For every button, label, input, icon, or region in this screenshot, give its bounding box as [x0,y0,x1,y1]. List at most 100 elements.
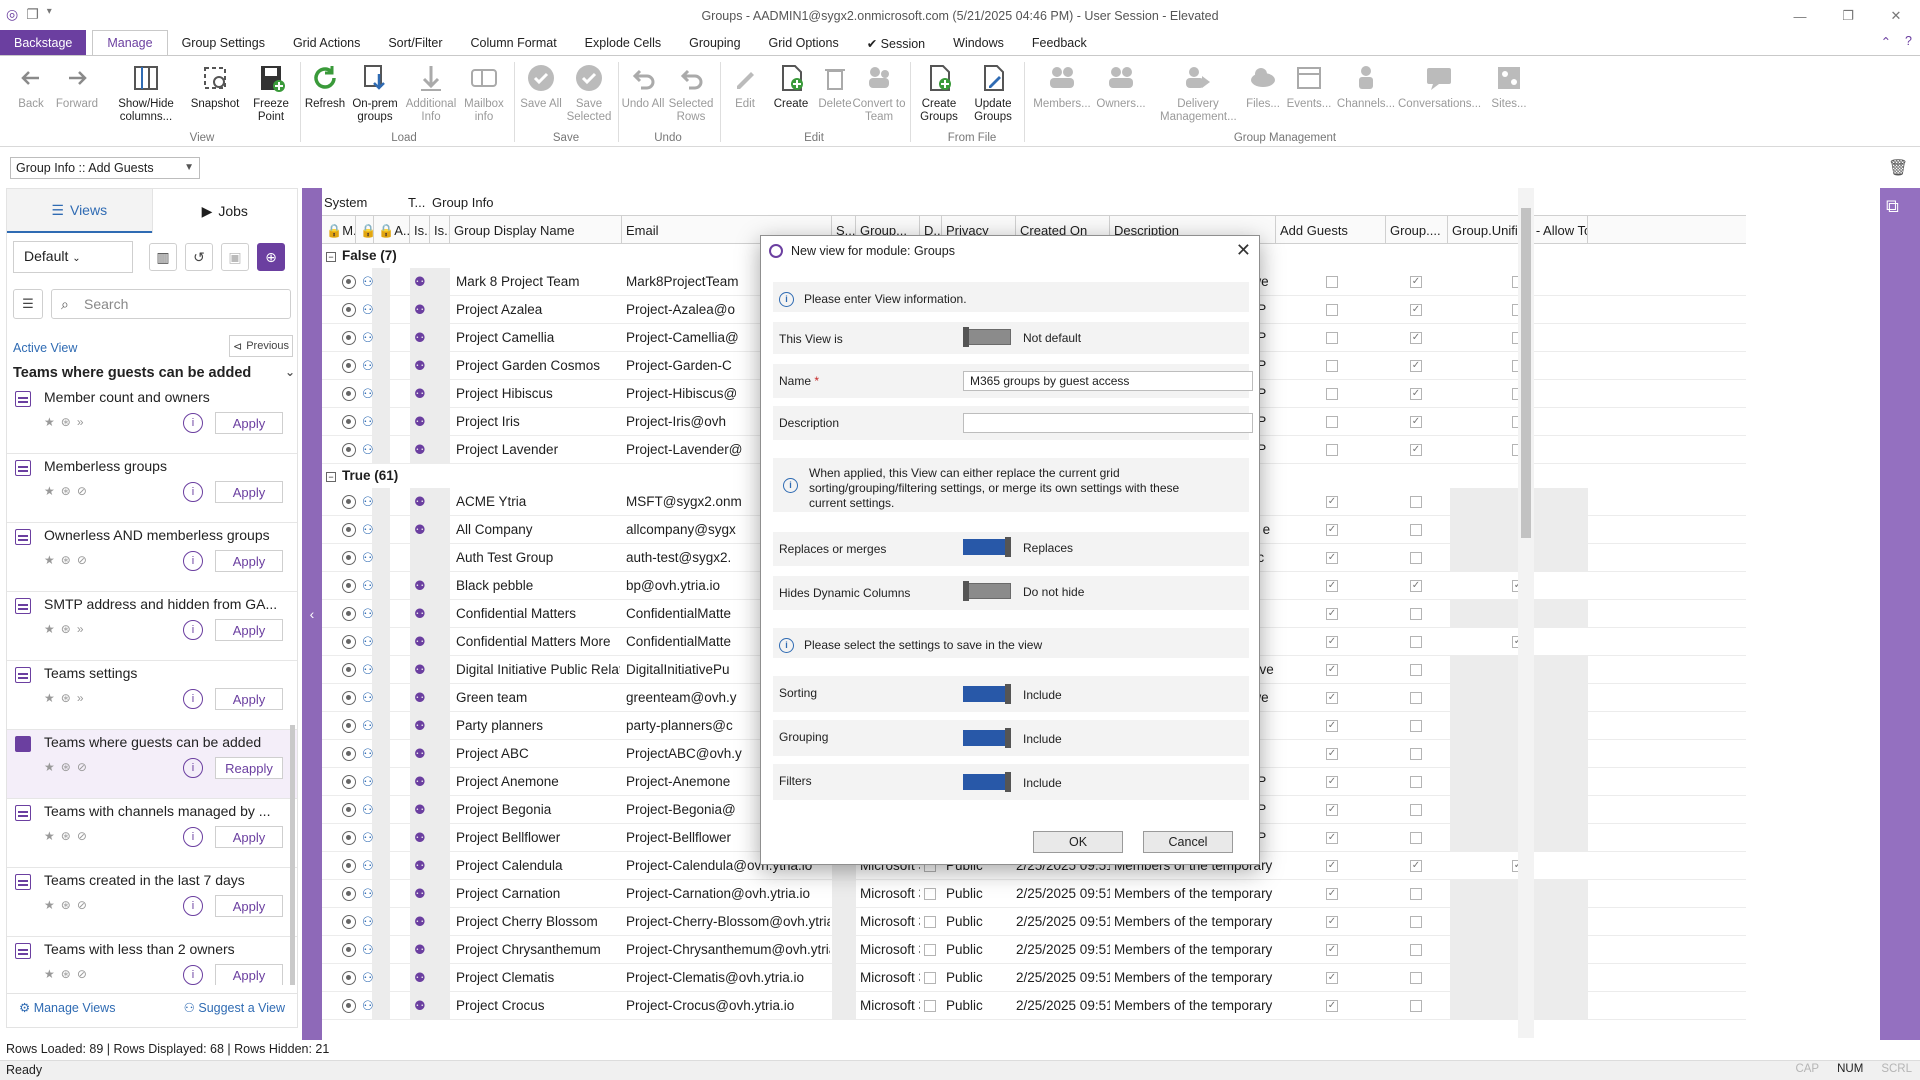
radio-icon[interactable] [342,887,356,901]
create-groups-button[interactable]: Create Groups [908,62,970,124]
list-item[interactable]: Ownerless AND memberless groups ★ ⊛ ⊘ i Apply [7,523,297,592]
group-checkbox[interactable] [1410,664,1422,676]
checkbox[interactable] [924,888,936,900]
add-guests-checkbox[interactable] [1326,360,1338,372]
group-checkbox[interactable]: ✓ [1410,444,1422,456]
add-guests-checkbox[interactable]: ✓ [1326,524,1338,536]
add-guests-checkbox[interactable]: ✓ [1326,664,1338,676]
group-checkbox[interactable] [1410,804,1422,816]
snapshot-button[interactable]: Snapshot [186,62,244,111]
list-item[interactable]: Memberless groups ★ ⊛ ⊘ i Apply [7,454,297,523]
radio-icon[interactable] [342,859,356,873]
list-item[interactable]: Teams created in the last 7 days ★ ⊛ ⊘ i Appl… [7,868,297,937]
tab-jobs[interactable]: ▶ Jobs [151,189,298,233]
add-guests-checkbox[interactable]: ✓ [1326,720,1338,732]
sites-button[interactable]: Sites... [1480,62,1538,111]
radio-icon[interactable] [342,275,356,289]
group-checkbox[interactable] [1410,552,1422,564]
view-set-select[interactable]: Default ⌄ [13,241,133,273]
group-checkbox[interactable]: ✓ [1410,580,1422,592]
save-selected-button[interactable]: Save Selected [560,62,618,124]
radio-icon[interactable] [342,691,356,705]
channels-button[interactable]: Channels... [1334,62,1398,111]
radio-icon[interactable] [342,443,356,457]
add-guests-checkbox[interactable]: ✓ [1326,636,1338,648]
radio-icon[interactable] [342,663,356,677]
apply-button[interactable]: Apply [215,550,283,572]
additional-info-button[interactable]: Additional Info [402,62,460,124]
add-guests-checkbox[interactable]: ✓ [1326,888,1338,900]
list-item[interactable]: Teams with less than 2 owners ★ ⊛ ⊘ i Apply [7,937,297,985]
sorting-toggle[interactable] [963,684,1011,704]
group-checkbox[interactable] [1410,524,1422,536]
radio-icon[interactable] [342,607,356,621]
tab-grouping[interactable]: Grouping [675,30,754,56]
show-hide-columns-button[interactable]: Show/Hide columns... [112,62,180,124]
tab-backstage[interactable]: Backstage [0,30,87,56]
radio-icon[interactable] [342,915,356,929]
group-checkbox[interactable] [1410,916,1422,928]
apply-button[interactable]: Apply [215,826,283,848]
column-header[interactable]: 🔒 [356,216,374,244]
info-icon[interactable]: i [183,827,203,847]
star-icon[interactable]: ★ [44,415,55,429]
radio-icon[interactable] [342,523,356,537]
add-guests-checkbox[interactable] [1326,388,1338,400]
group-checkbox[interactable] [1410,608,1422,620]
checkbox[interactable] [924,972,936,984]
add-guests-checkbox[interactable]: ✓ [1326,832,1338,844]
on-prem-groups-button[interactable]: On-prem groups [344,62,406,124]
active-view-name[interactable]: Teams where guests can be added ⌄ [13,365,295,381]
column-header[interactable]: Group Display Name [450,216,622,244]
breadcrumb[interactable]: Group Info :: Add Guests ▼ [10,157,200,179]
cancel-button[interactable]: Cancel [1143,831,1233,853]
info-icon[interactable]: i [183,482,203,502]
filter-button[interactable]: ☰ [13,289,43,319]
list-item[interactable]: Member count and owners ★ ⊛ » i Apply [7,385,297,454]
collapse-group-icon[interactable]: − [326,252,336,262]
radio-icon[interactable] [342,775,356,789]
apply-button[interactable]: Apply [215,412,283,434]
star-icon[interactable]: ★ [44,691,55,705]
apply-button[interactable]: Apply [215,619,283,641]
radio-icon[interactable] [342,551,356,565]
radio-icon[interactable] [342,387,356,401]
columns-toggle-button[interactable]: ▥ [149,243,177,271]
radio-icon[interactable] [342,303,356,317]
apply-button[interactable]: Apply [215,688,283,710]
grouping-toggle[interactable] [963,728,1011,748]
add-guests-checkbox[interactable] [1326,416,1338,428]
group-checkbox[interactable]: ✓ [1410,416,1422,428]
owners-button[interactable]: Owners... [1090,62,1152,111]
freeze-point-button[interactable]: Freeze Point [242,62,300,124]
default-toggle[interactable] [963,327,1011,347]
checkbox[interactable] [924,944,936,956]
add-guests-checkbox[interactable]: ✓ [1326,580,1338,592]
column-header[interactable]: 🔒A... [374,216,410,244]
checkbox[interactable] [924,1000,936,1012]
band-group-info[interactable]: Group Info [432,195,493,210]
description-input[interactable] [963,413,1253,433]
group-checkbox[interactable]: ✓ [1410,860,1422,872]
star-icon[interactable]: ★ [44,484,55,498]
name-input[interactable]: M365 groups by guest access [963,371,1253,391]
suggest-view-link[interactable]: ⚇ Suggest a View [184,1000,285,1017]
column-header[interactable]: Is... [430,216,450,244]
group-checkbox[interactable]: ✓ [1410,332,1422,344]
group-checkbox[interactable] [1410,776,1422,788]
radio-icon[interactable] [342,359,356,373]
tab-windows[interactable]: Windows [939,30,1018,56]
radio-icon[interactable] [342,747,356,761]
previous-button[interactable]: ⊲ Previous [229,335,293,357]
tab-feedback[interactable]: Feedback [1018,30,1101,56]
minimize-icon[interactable]: — [1776,0,1824,32]
radio-icon[interactable] [342,719,356,733]
add-guests-checkbox[interactable]: ✓ [1326,916,1338,928]
info-icon[interactable]: i [183,758,203,778]
tab-grid-actions[interactable]: Grid Actions [279,30,374,56]
group-checkbox[interactable] [1410,748,1422,760]
column-header[interactable]: Group.... [1386,216,1448,244]
info-icon[interactable]: i [183,896,203,916]
list-item[interactable]: Teams with channels managed by ... ★ ⊛ ⊘ i Ap… [7,799,297,868]
delivery-management-button[interactable]: Delivery Management... [1160,62,1237,124]
